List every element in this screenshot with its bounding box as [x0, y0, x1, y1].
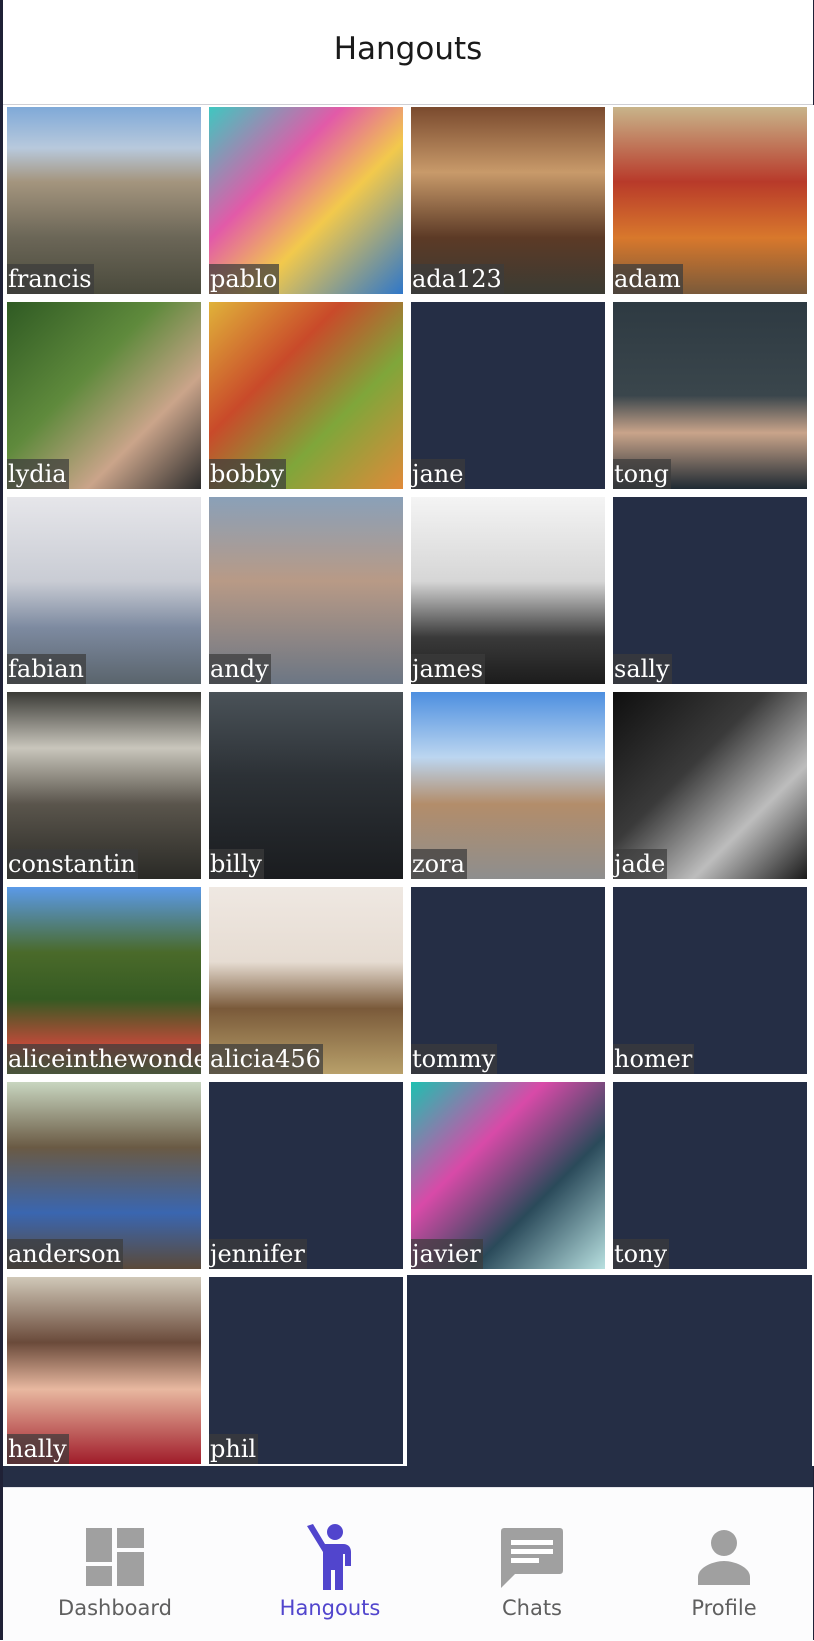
hangout-name-label: alicia456	[209, 1044, 323, 1074]
tab-label-chats: Chats	[501, 1596, 563, 1620]
hangout-tile-aliceinthewonde[interactable]: aliceinthewonde	[7, 887, 201, 1074]
tab-hangouts[interactable]: Hangouts	[260, 1488, 400, 1641]
bottom-tab-bar: Dashboard Hangouts Chats Profile	[3, 1487, 813, 1641]
hangout-name-label: jennifer	[209, 1239, 307, 1269]
tab-label-hangouts: Hangouts	[279, 1596, 381, 1620]
hangouts-grid-area[interactable]: francis pablo ada123 adam lydia bobby jane tong…	[3, 105, 814, 1487]
tab-label-profile: Profile	[691, 1596, 757, 1620]
hangout-name-label: jane	[411, 459, 466, 489]
hangout-tile-lydia[interactable]: lydia	[7, 302, 201, 489]
person-waving-icon	[295, 1522, 365, 1592]
hangout-name-label: tommy	[411, 1044, 498, 1074]
hangout-name-label: anderson	[7, 1239, 124, 1269]
hangout-tile-phil[interactable]: phil	[209, 1277, 403, 1464]
hangout-name-label: zora	[411, 849, 467, 879]
header: Hangouts	[3, 0, 813, 105]
hangout-name-label: fabian	[7, 654, 86, 684]
tab-profile[interactable]: Profile	[654, 1488, 794, 1641]
dashboard-icon	[80, 1522, 150, 1592]
tab-dashboard[interactable]: Dashboard	[45, 1488, 185, 1641]
hangout-name-label: homer	[613, 1044, 695, 1074]
hangouts-grid: francis pablo ada123 adam lydia bobby jane tong…	[3, 105, 814, 1466]
hangout-name-label: sally	[613, 654, 672, 684]
hangout-name-label: tony	[613, 1239, 670, 1269]
hangout-tile-jennifer[interactable]: jennifer	[209, 1082, 403, 1269]
hangout-tile-tong[interactable]: tong	[613, 302, 807, 489]
hangout-tile-sally[interactable]: sally	[613, 497, 807, 684]
hangout-name-label: tong	[613, 459, 671, 489]
hangout-tile-james[interactable]: james	[411, 497, 605, 684]
hangout-tile-hally[interactable]: hally	[7, 1277, 201, 1464]
hangout-tile-fabian[interactable]: fabian	[7, 497, 201, 684]
hangout-name-label: lydia	[7, 459, 69, 489]
hangout-tile-constantin[interactable]: constantin	[7, 692, 201, 879]
person-icon	[689, 1522, 759, 1592]
hangout-tile-jade[interactable]: jade	[613, 692, 807, 879]
hangout-tile-alicia456[interactable]: alicia456	[209, 887, 403, 1074]
page-title: Hangouts	[333, 31, 483, 67]
hangout-tile-billy[interactable]: billy	[209, 692, 403, 879]
hangout-name-label: adam	[613, 264, 683, 294]
tab-chats[interactable]: Chats	[462, 1488, 602, 1641]
hangout-name-label: constantin	[7, 849, 138, 879]
hangout-tile-jane[interactable]: jane	[411, 302, 605, 489]
hangout-tile-homer[interactable]: homer	[613, 887, 807, 1074]
hangout-tile-javier[interactable]: javier	[411, 1082, 605, 1269]
hangout-tile-tony[interactable]: tony	[613, 1082, 807, 1269]
hangout-name-label: bobby	[209, 459, 287, 489]
hangout-tile-andy[interactable]: andy	[209, 497, 403, 684]
hangout-tile-pablo[interactable]: pablo	[209, 107, 403, 294]
hangout-tile-francis[interactable]: francis	[7, 107, 201, 294]
hangout-tile-bobby[interactable]: bobby	[209, 302, 403, 489]
hangout-name-label: aliceinthewonde	[7, 1044, 201, 1074]
hangout-name-label: pablo	[209, 264, 280, 294]
hangout-name-label: ada123	[411, 264, 504, 294]
hangout-name-label: billy	[209, 849, 264, 879]
hangout-tile-tommy[interactable]: tommy	[411, 887, 605, 1074]
hangout-name-label: javier	[411, 1239, 483, 1269]
chat-bubble-icon	[497, 1522, 567, 1592]
hangout-name-label: phil	[209, 1434, 259, 1464]
hangout-name-label: andy	[209, 654, 271, 684]
hangout-tile-zora[interactable]: zora	[411, 692, 605, 879]
hangout-name-label: francis	[7, 264, 94, 294]
hangout-name-label: jade	[613, 849, 668, 879]
hangout-name-label: hally	[7, 1434, 69, 1464]
hangout-tile-adam[interactable]: adam	[613, 107, 807, 294]
tab-label-dashboard: Dashboard	[58, 1596, 172, 1620]
hangout-tile-ada123[interactable]: ada123	[411, 107, 605, 294]
hangout-tile-anderson[interactable]: anderson	[7, 1082, 201, 1269]
hangout-name-label: james	[411, 654, 486, 684]
grid-empty-area	[407, 1275, 812, 1466]
app-screen: Hangouts francis pablo ada123 adam lydia bobb…	[0, 0, 814, 1641]
